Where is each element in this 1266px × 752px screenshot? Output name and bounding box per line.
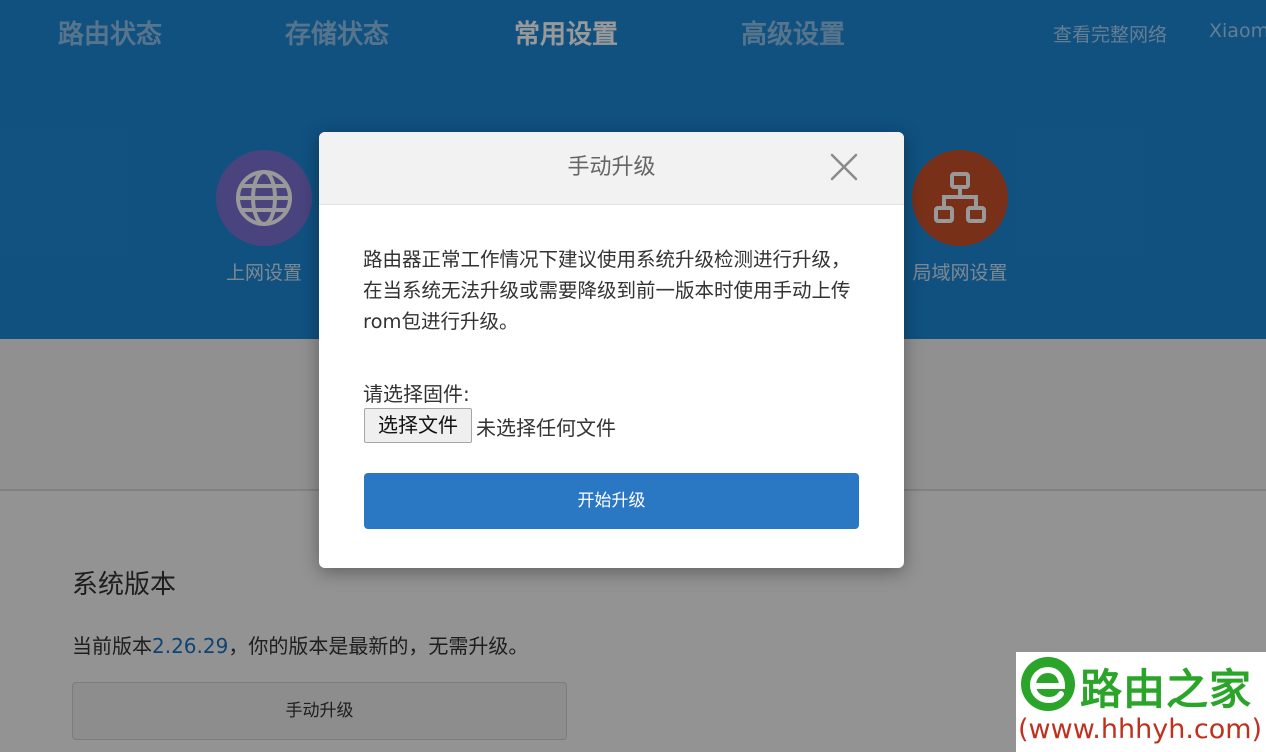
dialog-header: 手动升级 [319, 132, 904, 205]
manual-upgrade-dialog: 手动升级 路由器正常工作情况下建议使用系统升级检测进行升级，在当系统无法升级或需… [319, 132, 904, 568]
upgrade-description: 路由器正常工作情况下建议使用系统升级检测进行升级，在当系统无法升级或需要降级到前… [363, 248, 851, 333]
watermark-title: 路由之家 [1080, 665, 1253, 714]
start-upgrade-button[interactable]: 开始升级 [364, 473, 859, 529]
no-file-selected-text: 未选择任何文件 [476, 416, 616, 440]
choose-file-button[interactable]: 选择文件 [364, 408, 472, 443]
dialog-title: 手动升级 [567, 155, 656, 180]
firmware-label: 请选择固件: [363, 382, 470, 406]
close-icon[interactable] [825, 148, 863, 186]
watermark-url: (www.hhhyh.com) [1018, 714, 1263, 745]
e-logo-icon [1018, 654, 1078, 714]
site-watermark: 路由之家 (www.hhhyh.com) [1016, 652, 1266, 752]
